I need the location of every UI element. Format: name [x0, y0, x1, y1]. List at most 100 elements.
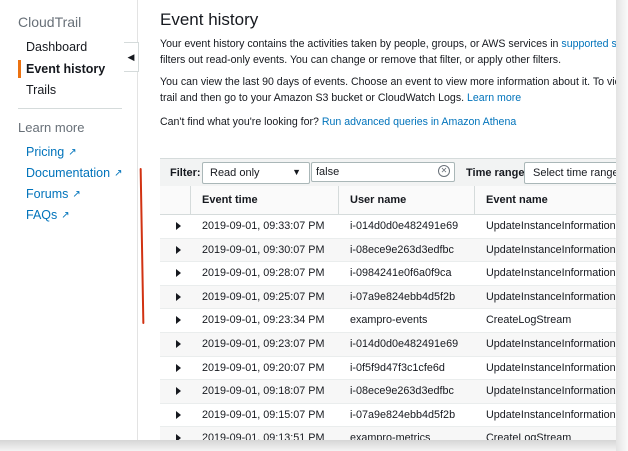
sidebar-item-dashboard[interactable]: Dashboard: [26, 40, 87, 54]
column-header-event-name[interactable]: Event name: [486, 194, 548, 206]
table-row[interactable]: 2019-09-01, 09:18:07 PM i-08ece9e263d3edf…: [160, 380, 616, 404]
caret-down-icon: ▼: [292, 167, 301, 177]
window-shadow: [616, 0, 628, 451]
active-indicator: [18, 60, 21, 78]
table-row[interactable]: 2019-09-01, 09:30:07 PM i-08ece9e263d3edf…: [160, 238, 616, 263]
column-divider: [190, 186, 191, 214]
table-row[interactable]: 2019-09-01, 09:28:07 PM i-0984241e0f6a0f9…: [160, 262, 616, 286]
sidebar-link-pricing[interactable]: Pricing ↗: [26, 145, 77, 159]
event-time-cell: 2019-09-01, 09:25:07 PM: [202, 290, 325, 303]
table-row[interactable]: 2019-09-01, 09:13:51 PM exampro-metrics Cr…: [160, 427, 616, 440]
sidebar-link-label: Forums: [26, 187, 69, 201]
event-name-cell[interactable]: UpdateInstanceInformation: [486, 362, 616, 374]
table-row[interactable]: 2019-09-01, 09:20:07 PM i-0f5f9d47f3c1cfe…: [160, 357, 616, 381]
event-time-cell: 2019-09-01, 09:20:07 PM: [202, 361, 325, 374]
filter-label: Filter:: [170, 167, 201, 179]
column-divider: [474, 186, 475, 214]
user-name-cell: i-08ece9e263d3edfbc: [350, 243, 454, 256]
event-name-cell[interactable]: UpdateInstanceInformation: [486, 291, 616, 303]
user-name-cell: i-0f5f9d47f3c1cfe6d: [350, 361, 445, 374]
external-link-icon: ↗: [72, 189, 81, 200]
learn-more-link[interactable]: Learn more: [467, 92, 521, 104]
user-name-cell: exampro-metrics: [350, 432, 431, 440]
table-row[interactable]: 2019-09-01, 09:33:07 PM i-014d0d0e482491e…: [160, 215, 616, 239]
sidebar-link-label: FAQs: [26, 208, 58, 222]
sidebar-link-faqs[interactable]: FAQs ↗: [26, 208, 70, 222]
table-row[interactable]: 2019-09-01, 09:25:07 PM i-07a9e824ebb4d5f…: [160, 285, 616, 310]
athena-link[interactable]: Run advanced queries in Amazon Athena: [322, 116, 516, 128]
event-name-cell[interactable]: UpdateInstanceInformation: [486, 220, 616, 232]
column-header-event-time[interactable]: Event time: [202, 194, 258, 206]
clear-filter-icon[interactable]: ✕: [438, 165, 450, 177]
event-name-cell[interactable]: UpdateInstanceInformation: [486, 385, 616, 397]
sidebar-divider: [18, 108, 122, 109]
event-time-cell: 2019-09-01, 09:28:07 PM: [202, 267, 325, 280]
expand-row-icon[interactable]: [176, 339, 181, 348]
event-name-cell[interactable]: CreateLogStream: [486, 314, 571, 326]
sidebar-link-documentation[interactable]: Documentation ↗: [26, 166, 122, 180]
expand-row-icon[interactable]: [176, 410, 181, 419]
sidebar-item-event-history[interactable]: Event history: [26, 62, 105, 76]
event-name-cell[interactable]: UpdateInstanceInformation: [486, 409, 616, 421]
sidebar: CloudTrail Dashboard Event history Trail…: [0, 0, 138, 440]
sidebar-item-trails[interactable]: Trails: [26, 83, 56, 97]
sidebar-link-forums[interactable]: Forums ↗: [26, 187, 81, 201]
event-time-cell: 2019-09-01, 09:23:34 PM: [202, 314, 325, 327]
intro-line-2: filters out read-only events. You can ch…: [160, 54, 562, 66]
sidebar-link-label: Pricing: [26, 145, 65, 159]
event-time-cell: 2019-09-01, 09:33:07 PM: [202, 220, 325, 232]
expand-row-icon[interactable]: [176, 269, 181, 278]
external-link-icon: ↗: [61, 210, 70, 221]
view-info-text: You can view the last 90 days of events.…: [160, 74, 616, 106]
user-name-cell: i-0984241e0f6a0f9ca: [350, 267, 452, 280]
user-name-cell: i-08ece9e263d3edfbc: [350, 385, 454, 398]
page-title: Event history: [160, 10, 259, 29]
expand-row-icon[interactable]: [176, 292, 181, 301]
external-link-icon: ↗: [114, 168, 123, 179]
time-range-placeholder: Select time range: [533, 167, 616, 179]
window-shadow: [0, 440, 628, 451]
expand-row-icon[interactable]: [176, 316, 181, 325]
annotation-mark: [139, 167, 145, 325]
column-divider: [338, 186, 339, 214]
table-row[interactable]: 2019-09-01, 09:23:07 PM i-014d0d0e482491e…: [160, 332, 616, 357]
time-range-label: Time range:: [466, 167, 529, 179]
intro-line-1: Your event history contains the activiti…: [160, 38, 562, 50]
expand-row-icon[interactable]: [176, 387, 181, 396]
cant-find-text: Can't find what you're looking for?: [160, 116, 322, 128]
user-name-cell: i-07a9e824ebb4d5f2b: [350, 290, 456, 303]
filter-attribute-select[interactable]: Read only ▼: [202, 162, 310, 184]
expand-row-icon[interactable]: [176, 363, 181, 372]
user-name-cell: i-014d0d0e482491e69: [350, 337, 459, 350]
cloudtrail-console: CloudTrail Dashboard Event history Trail…: [0, 0, 616, 440]
event-name-cell[interactable]: CreateLogStream: [486, 432, 571, 440]
event-time-cell: 2019-09-01, 09:15:07 PM: [202, 408, 325, 421]
sidebar-title: CloudTrail: [18, 14, 82, 30]
table-body: 2019-09-01, 09:33:07 PM i-014d0d0e482491e…: [160, 215, 616, 440]
event-name-cell[interactable]: UpdateInstanceInformation: [486, 244, 616, 256]
expand-row-icon[interactable]: [176, 222, 181, 230]
user-name-cell: i-07a9e824ebb4d5f2b: [350, 408, 456, 421]
external-link-icon: ↗: [68, 147, 77, 158]
event-name-cell[interactable]: UpdateInstanceInformation: [486, 267, 616, 279]
event-table: Event time User name Event name 2019-09-…: [160, 186, 616, 440]
table-row[interactable]: 2019-09-01, 09:23:34 PM exampro-events Cre…: [160, 309, 616, 333]
event-time-cell: 2019-09-01, 09:30:07 PM: [202, 243, 325, 256]
filter-attribute-value: Read only: [210, 167, 260, 179]
filter-value-input[interactable]: [311, 162, 455, 182]
sidebar-link-label: Documentation: [26, 166, 111, 180]
event-time-cell: 2019-09-01, 09:13:51 PM: [202, 432, 325, 440]
intro-text: Your event history contains the activiti…: [160, 36, 616, 68]
time-range-select[interactable]: Select time range: [524, 162, 616, 184]
user-name-cell: exampro-events: [350, 314, 428, 327]
collapse-sidebar-button[interactable]: ◀: [124, 42, 139, 72]
expand-row-icon[interactable]: [176, 245, 181, 254]
table-header: Event time User name Event name: [160, 186, 616, 215]
event-name-cell[interactable]: UpdateInstanceInformation: [486, 338, 616, 350]
table-row[interactable]: 2019-09-01, 09:15:07 PM i-07a9e824ebb4d5f…: [160, 404, 616, 428]
supported-services-link[interactable]: supported services i: [561, 38, 616, 50]
filter-bar: Filter: Read only ▼ ✕ Time range: Select…: [160, 158, 616, 188]
view-line-2: trail and then go to your Amazon S3 buck…: [160, 92, 468, 104]
learn-more-heading: Learn more: [18, 120, 85, 135]
column-header-user-name[interactable]: User name: [350, 194, 406, 206]
